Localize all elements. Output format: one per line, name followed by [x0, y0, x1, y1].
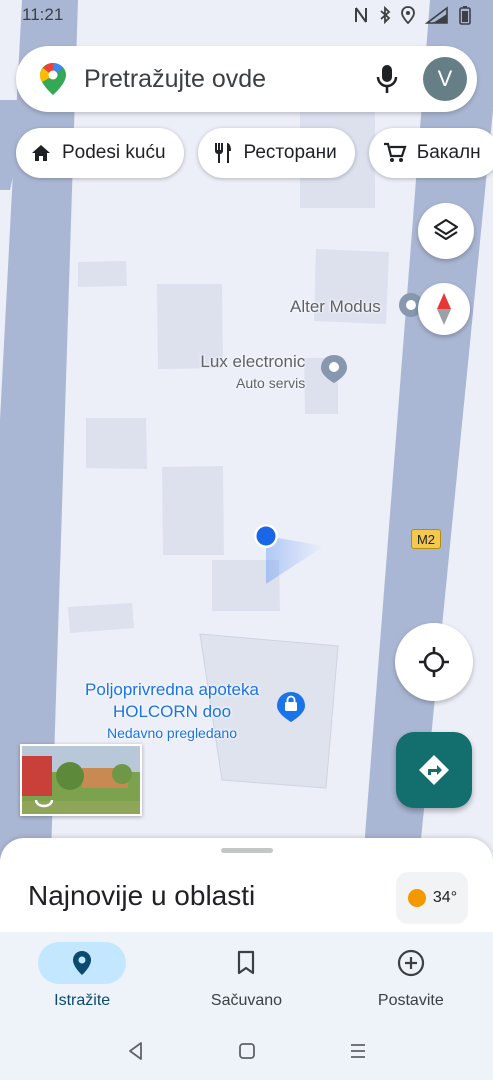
cart-icon	[383, 142, 407, 162]
nfc-icon	[355, 7, 367, 23]
search-input[interactable]: Pretražujte ovde	[84, 65, 373, 94]
nav-saved[interactable]: Sačuvano	[164, 932, 328, 1022]
signal-icon	[425, 6, 448, 24]
location-icon	[401, 6, 415, 24]
layers-button[interactable]	[418, 203, 474, 259]
nav-saved-indicator	[202, 942, 290, 984]
nav-explore[interactable]: Istražite	[0, 932, 164, 1022]
recents-icon[interactable]	[348, 1041, 368, 1061]
home-button-icon[interactable]	[237, 1041, 257, 1061]
compass-icon	[437, 293, 451, 325]
place-pin-icon	[321, 355, 347, 383]
microphone-icon[interactable]	[373, 62, 401, 96]
compass-button[interactable]	[418, 283, 470, 335]
sun-icon	[407, 889, 426, 907]
bottom-navigation: Istražite Sačuvano Postavite	[0, 932, 493, 1022]
status-icons	[353, 5, 471, 25]
google-maps-logo-icon	[40, 63, 66, 95]
shop-pin-icon	[277, 692, 305, 722]
back-icon[interactable]	[126, 1041, 146, 1061]
place-label-lux-electronic[interactable]: Lux electronic Auto servis	[190, 352, 305, 391]
add-circle-icon	[397, 949, 424, 977]
street-view-image	[22, 746, 140, 814]
nav-contribute-indicator	[367, 942, 455, 984]
poi-pin-holcorn[interactable]	[276, 691, 306, 728]
home-icon	[32, 145, 50, 161]
nav-explore-indicator	[38, 942, 127, 984]
layers-icon	[433, 218, 459, 241]
explore-pin-icon	[73, 951, 92, 975]
directions-icon	[419, 755, 449, 785]
crosshair-icon	[419, 647, 449, 677]
status-bar: 11:21	[0, 0, 493, 30]
my-location-marker	[240, 520, 330, 595]
road-shield-m2: M2	[411, 529, 441, 549]
chip-groceries[interactable]: Бакалн	[368, 128, 493, 178]
place-label-alter-modus[interactable]: Alter Modus	[290, 297, 381, 317]
account-avatar[interactable]: V	[423, 57, 467, 101]
battery-icon	[459, 6, 471, 25]
bluetooth-icon	[380, 6, 391, 24]
chip-restaurants[interactable]: Ресторани	[197, 128, 355, 178]
place-label-holcorn[interactable]: Poljoprivredna apoteka HOLCORN doo Nedav…	[72, 680, 272, 741]
restaurant-icon	[214, 143, 231, 163]
directions-button[interactable]	[396, 732, 472, 808]
sheet-title: Najnovije u oblasti	[28, 880, 256, 911]
sheet-drag-handle[interactable]	[221, 848, 273, 853]
category-chips: Podesi kuću Ресторани Бакалн	[16, 128, 493, 178]
chip-set-home[interactable]: Podesi kuću	[16, 128, 184, 178]
system-navigation-bar	[0, 1022, 493, 1080]
street-view-thumbnail[interactable]	[20, 744, 142, 816]
weather-badge[interactable]: 34°	[396, 872, 468, 924]
nav-contribute[interactable]: Postavite	[329, 932, 493, 1022]
my-location-button[interactable]	[395, 623, 473, 701]
bookmark-icon	[238, 950, 255, 975]
poi-pin-lux-electronic[interactable]	[320, 354, 348, 389]
search-bar[interactable]: Pretražujte ovde V	[16, 46, 477, 112]
status-time: 11:21	[22, 5, 64, 24]
